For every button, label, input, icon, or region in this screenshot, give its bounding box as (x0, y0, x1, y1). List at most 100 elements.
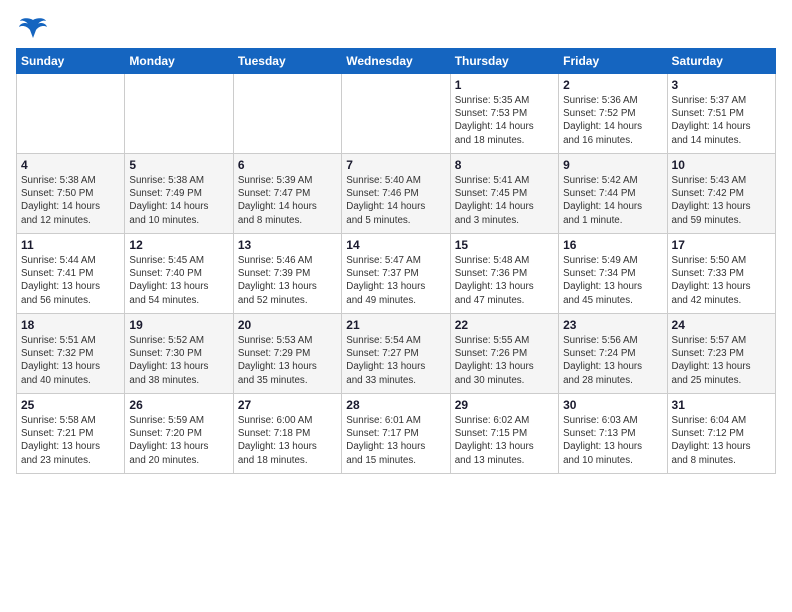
day-info: Sunrise: 5:49 AM Sunset: 7:34 PM Dayligh… (563, 254, 662, 307)
day-info: Sunrise: 5:39 AM Sunset: 7:47 PM Dayligh… (238, 174, 337, 227)
day-info: Sunrise: 5:53 AM Sunset: 7:29 PM Dayligh… (238, 334, 337, 387)
day-info: Sunrise: 5:36 AM Sunset: 7:52 PM Dayligh… (563, 94, 662, 147)
calendar-cell: 12 Sunrise: 5:45 AM Sunset: 7:40 PM Dayli… (125, 234, 233, 314)
calendar-cell (17, 74, 125, 154)
weekday-header: Monday (125, 49, 233, 74)
day-info: Sunrise: 5:43 AM Sunset: 7:42 PM Dayligh… (672, 174, 771, 227)
calendar-cell: 8 Sunrise: 5:41 AM Sunset: 7:45 PM Daylig… (450, 154, 558, 234)
calendar-cell: 3Sunrise: 5:37 AM Sunset: 7:51 PM Daylig… (667, 74, 775, 154)
day-info: Sunrise: 5:52 AM Sunset: 7:30 PM Dayligh… (129, 334, 228, 387)
weekday-header: Friday (559, 49, 667, 74)
day-info: Sunrise: 6:03 AM Sunset: 7:13 PM Dayligh… (563, 414, 662, 467)
weekday-header: Tuesday (233, 49, 341, 74)
day-info: Sunrise: 5:41 AM Sunset: 7:45 PM Dayligh… (455, 174, 554, 227)
calendar-cell: 4 Sunrise: 5:38 AM Sunset: 7:50 PM Daylig… (17, 154, 125, 234)
day-number: 24 (672, 318, 771, 332)
calendar-week-row: 18 Sunrise: 5:51 AM Sunset: 7:32 PM Dayli… (17, 314, 776, 394)
day-info: Sunrise: 5:56 AM Sunset: 7:24 PM Dayligh… (563, 334, 662, 387)
weekday-header: Saturday (667, 49, 775, 74)
calendar-cell: 2 Sunrise: 5:36 AM Sunset: 7:52 PM Daylig… (559, 74, 667, 154)
day-number: 6 (238, 158, 337, 172)
calendar-cell: 18 Sunrise: 5:51 AM Sunset: 7:32 PM Dayli… (17, 314, 125, 394)
calendar-cell: 29Sunrise: 6:02 AM Sunset: 7:15 PM Dayli… (450, 394, 558, 474)
day-info: Sunrise: 5:55 AM Sunset: 7:26 PM Dayligh… (455, 334, 554, 387)
calendar-cell: 23Sunrise: 5:56 AM Sunset: 7:24 PM Dayli… (559, 314, 667, 394)
day-number: 2 (563, 78, 662, 92)
day-number: 20 (238, 318, 337, 332)
day-number: 4 (21, 158, 120, 172)
day-number: 19 (129, 318, 228, 332)
day-number: 14 (346, 238, 445, 252)
day-number: 11 (21, 238, 120, 252)
calendar-cell: 1Sunrise: 5:35 AM Sunset: 7:53 PM Daylig… (450, 74, 558, 154)
day-info: Sunrise: 5:38 AM Sunset: 7:49 PM Dayligh… (129, 174, 228, 227)
page-header (16, 16, 776, 36)
calendar-table: SundayMondayTuesdayWednesdayThursdayFrid… (16, 48, 776, 474)
calendar-cell: 7Sunrise: 5:40 AM Sunset: 7:46 PM Daylig… (342, 154, 450, 234)
day-info: Sunrise: 5:44 AM Sunset: 7:41 PM Dayligh… (21, 254, 120, 307)
day-number: 12 (129, 238, 228, 252)
calendar-cell: 10 Sunrise: 5:43 AM Sunset: 7:42 PM Dayli… (667, 154, 775, 234)
calendar-cell (125, 74, 233, 154)
calendar-week-row: 25 Sunrise: 5:58 AM Sunset: 7:21 PM Dayli… (17, 394, 776, 474)
day-number: 28 (346, 398, 445, 412)
day-info: Sunrise: 5:48 AM Sunset: 7:36 PM Dayligh… (455, 254, 554, 307)
day-number: 17 (672, 238, 771, 252)
day-number: 9 (563, 158, 662, 172)
calendar-cell: 17 Sunrise: 5:50 AM Sunset: 7:33 PM Dayli… (667, 234, 775, 314)
day-number: 22 (455, 318, 554, 332)
day-info: Sunrise: 5:58 AM Sunset: 7:21 PM Dayligh… (21, 414, 120, 467)
calendar-week-row: 4 Sunrise: 5:38 AM Sunset: 7:50 PM Daylig… (17, 154, 776, 234)
day-info: Sunrise: 6:00 AM Sunset: 7:18 PM Dayligh… (238, 414, 337, 467)
day-number: 21 (346, 318, 445, 332)
day-info: Sunrise: 5:35 AM Sunset: 7:53 PM Dayligh… (455, 94, 554, 147)
calendar-cell: 24 Sunrise: 5:57 AM Sunset: 7:23 PM Dayli… (667, 314, 775, 394)
day-info: Sunrise: 5:59 AM Sunset: 7:20 PM Dayligh… (129, 414, 228, 467)
weekday-header: Sunday (17, 49, 125, 74)
day-info: Sunrise: 5:50 AM Sunset: 7:33 PM Dayligh… (672, 254, 771, 307)
calendar-cell: 22 Sunrise: 5:55 AM Sunset: 7:26 PM Dayli… (450, 314, 558, 394)
day-info: Sunrise: 6:01 AM Sunset: 7:17 PM Dayligh… (346, 414, 445, 467)
day-info: Sunrise: 5:46 AM Sunset: 7:39 PM Dayligh… (238, 254, 337, 307)
day-number: 31 (672, 398, 771, 412)
calendar-cell: 28 Sunrise: 6:01 AM Sunset: 7:17 PM Dayli… (342, 394, 450, 474)
calendar-cell: 14 Sunrise: 5:47 AM Sunset: 7:37 PM Dayli… (342, 234, 450, 314)
calendar-cell: 26 Sunrise: 5:59 AM Sunset: 7:20 PM Dayli… (125, 394, 233, 474)
day-number: 18 (21, 318, 120, 332)
calendar-cell: 13Sunrise: 5:46 AM Sunset: 7:39 PM Dayli… (233, 234, 341, 314)
calendar-cell: 5Sunrise: 5:38 AM Sunset: 7:49 PM Daylig… (125, 154, 233, 234)
day-info: Sunrise: 5:37 AM Sunset: 7:51 PM Dayligh… (672, 94, 771, 147)
day-number: 27 (238, 398, 337, 412)
calendar-week-row: 1Sunrise: 5:35 AM Sunset: 7:53 PM Daylig… (17, 74, 776, 154)
day-info: Sunrise: 5:51 AM Sunset: 7:32 PM Dayligh… (21, 334, 120, 387)
day-number: 25 (21, 398, 120, 412)
weekday-header: Wednesday (342, 49, 450, 74)
calendar-cell: 11 Sunrise: 5:44 AM Sunset: 7:41 PM Dayli… (17, 234, 125, 314)
calendar-cell: 21 Sunrise: 5:54 AM Sunset: 7:27 PM Dayli… (342, 314, 450, 394)
day-number: 8 (455, 158, 554, 172)
calendar-cell: 16 Sunrise: 5:49 AM Sunset: 7:34 PM Dayli… (559, 234, 667, 314)
day-info: Sunrise: 6:02 AM Sunset: 7:15 PM Dayligh… (455, 414, 554, 467)
calendar-week-row: 11 Sunrise: 5:44 AM Sunset: 7:41 PM Dayli… (17, 234, 776, 314)
calendar-cell: 20 Sunrise: 5:53 AM Sunset: 7:29 PM Dayli… (233, 314, 341, 394)
calendar-cell: 15Sunrise: 5:48 AM Sunset: 7:36 PM Dayli… (450, 234, 558, 314)
calendar-cell (233, 74, 341, 154)
day-info: Sunrise: 5:54 AM Sunset: 7:27 PM Dayligh… (346, 334, 445, 387)
logo (16, 16, 48, 36)
day-number: 16 (563, 238, 662, 252)
calendar-cell: 9 Sunrise: 5:42 AM Sunset: 7:44 PM Daylig… (559, 154, 667, 234)
calendar-cell: 19 Sunrise: 5:52 AM Sunset: 7:30 PM Dayli… (125, 314, 233, 394)
calendar-cell: 31Sunrise: 6:04 AM Sunset: 7:12 PM Dayli… (667, 394, 775, 474)
weekday-header-row: SundayMondayTuesdayWednesdayThursdayFrid… (17, 49, 776, 74)
day-number: 26 (129, 398, 228, 412)
day-info: Sunrise: 5:40 AM Sunset: 7:46 PM Dayligh… (346, 174, 445, 227)
day-number: 10 (672, 158, 771, 172)
day-info: Sunrise: 5:38 AM Sunset: 7:50 PM Dayligh… (21, 174, 120, 227)
calendar-cell: 27 Sunrise: 6:00 AM Sunset: 7:18 PM Dayli… (233, 394, 341, 474)
day-info: Sunrise: 5:42 AM Sunset: 7:44 PM Dayligh… (563, 174, 662, 227)
day-info: Sunrise: 5:47 AM Sunset: 7:37 PM Dayligh… (346, 254, 445, 307)
day-info: Sunrise: 5:57 AM Sunset: 7:23 PM Dayligh… (672, 334, 771, 387)
day-info: Sunrise: 5:45 AM Sunset: 7:40 PM Dayligh… (129, 254, 228, 307)
logo-bird-icon (18, 16, 48, 40)
calendar-cell: 30Sunrise: 6:03 AM Sunset: 7:13 PM Dayli… (559, 394, 667, 474)
